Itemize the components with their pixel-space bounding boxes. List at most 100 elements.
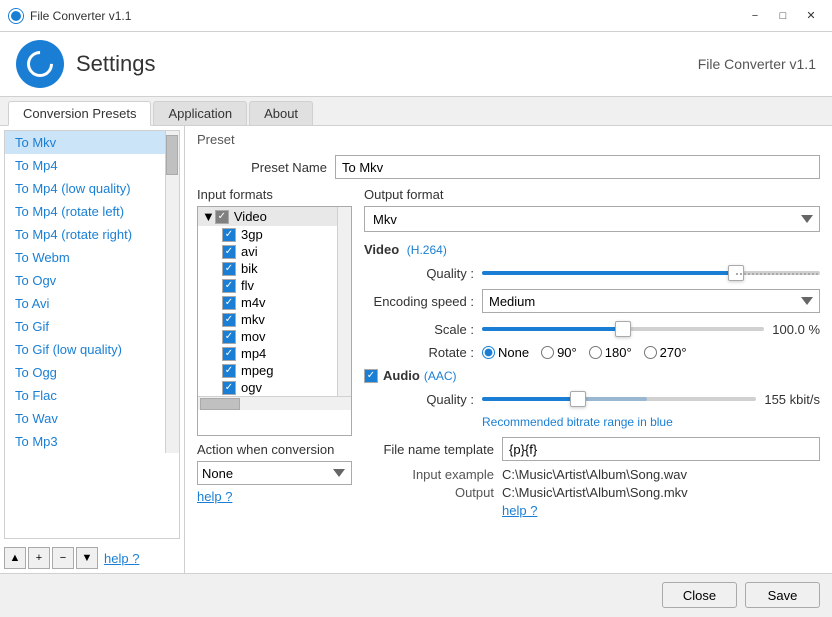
rotate-radio-270[interactable]: [644, 346, 657, 359]
action-select[interactable]: None: [197, 461, 352, 485]
audio-quality-thumb[interactable]: [570, 391, 586, 407]
rotate-label-180: 180°: [605, 345, 632, 360]
tree-item-bik[interactable]: bik: [198, 260, 337, 277]
file-name-template-input[interactable]: [502, 437, 820, 461]
rotate-label-90: 90°: [557, 345, 577, 360]
tree-item-ogv[interactable]: ogv: [198, 379, 337, 396]
sidebar-item-8[interactable]: To Gif: [5, 315, 165, 338]
rotate-option-180[interactable]: 180°: [589, 345, 632, 360]
quality-slider-track: [482, 271, 820, 275]
output-row: Output C:\Music\Artist\Album\Song.mkv: [364, 485, 820, 500]
preset-name-input[interactable]: [335, 155, 820, 179]
sidebar-item-5[interactable]: To Webm: [5, 246, 165, 269]
sidebar-item-0[interactable]: To Mkv: [5, 131, 165, 154]
output-help-link[interactable]: help ?: [502, 503, 537, 518]
minimize-button[interactable]: −: [742, 5, 768, 27]
checkbox-mov[interactable]: [222, 330, 236, 344]
checkbox-bik[interactable]: [222, 262, 236, 276]
tree-item-mov[interactable]: mov: [198, 328, 337, 345]
tree-item-mpeg[interactable]: mpeg: [198, 362, 337, 379]
audio-checkbox[interactable]: [364, 369, 378, 383]
app-icon: [8, 8, 24, 24]
tree-root-video[interactable]: ▼ Video: [198, 207, 337, 226]
two-col-section: Input formats ▼ Video 3gp: [197, 187, 820, 521]
sidebar-item-1[interactable]: To Mp4: [5, 154, 165, 177]
encoding-speed-select[interactable]: Ultrafast Superfast Veryfast Faster Fast…: [482, 289, 820, 313]
close-button[interactable]: Close: [662, 582, 737, 608]
rotate-option-none[interactable]: None: [482, 345, 529, 360]
scale-slider-wrap[interactable]: [482, 319, 764, 339]
label-mpeg: mpeg: [241, 363, 274, 378]
tab-application[interactable]: Application: [153, 101, 247, 125]
tree-item-m4v[interactable]: m4v: [198, 294, 337, 311]
tree-item-3gp[interactable]: 3gp: [198, 226, 337, 243]
close-window-button[interactable]: ✕: [798, 5, 824, 27]
sidebar-help-link[interactable]: help ?: [104, 551, 139, 566]
sidebar-add-button[interactable]: +: [28, 547, 50, 569]
sidebar-list[interactable]: To Mkv To Mp4 To Mp4 (low quality) To Mp…: [4, 130, 180, 539]
sidebar-scrollbar-thumb[interactable]: [166, 135, 178, 175]
label-m4v: m4v: [241, 295, 266, 310]
tab-conversion-presets[interactable]: Conversion Presets: [8, 101, 151, 126]
sidebar-item-9[interactable]: To Gif (low quality): [5, 338, 165, 361]
checkbox-m4v[interactable]: [222, 296, 236, 310]
tree-arrow[interactable]: ▼: [202, 209, 215, 224]
tree-h-scrollbar-thumb[interactable]: [200, 398, 240, 410]
tabs: Conversion Presets Application About: [0, 97, 832, 126]
checkbox-ogv[interactable]: [222, 381, 236, 395]
scale-slider-thumb[interactable]: [615, 321, 631, 337]
action-section: Action when conversion None help ?: [197, 442, 352, 504]
rotate-radio-90[interactable]: [541, 346, 554, 359]
label-ogv: ogv: [241, 380, 262, 395]
checkbox-flv[interactable]: [222, 279, 236, 293]
rotate-radio-none[interactable]: [482, 346, 495, 359]
rotate-option-90[interactable]: 90°: [541, 345, 577, 360]
output-format-select[interactable]: Mkv: [364, 206, 820, 232]
sidebar-item-3[interactable]: To Mp4 (rotate left): [5, 200, 165, 223]
output-label-key: Output: [364, 485, 494, 500]
tree-h-scrollbar[interactable]: [198, 396, 351, 410]
save-button[interactable]: Save: [745, 582, 820, 608]
audio-quality-slider-wrap[interactable]: [482, 389, 756, 409]
preset-name-label: Preset Name: [197, 160, 327, 175]
sidebar-remove-button[interactable]: −: [52, 547, 74, 569]
tree-item-avi[interactable]: avi: [198, 243, 337, 260]
sidebar-controls: ▲ + − ▼ help ?: [0, 543, 184, 573]
tree-item-mp4[interactable]: mp4: [198, 345, 337, 362]
sidebar-item-11[interactable]: To Flac: [5, 384, 165, 407]
label-bik: bik: [241, 261, 258, 276]
maximize-button[interactable]: □: [770, 5, 796, 27]
video-checkbox-icon[interactable]: [215, 210, 229, 224]
tree-scrollbar[interactable]: [337, 207, 351, 396]
sidebar-down-button[interactable]: ▼: [76, 547, 98, 569]
sidebar-up-button[interactable]: ▲: [4, 547, 26, 569]
checkbox-avi[interactable]: [222, 245, 236, 259]
rotate-option-270[interactable]: 270°: [644, 345, 687, 360]
quality-slider-wrap[interactable]: [482, 263, 820, 283]
tree-item-mkv[interactable]: mkv: [198, 311, 337, 328]
sidebar-item-10[interactable]: To Ogg: [5, 361, 165, 384]
app-logo: [16, 40, 64, 88]
checkbox-mpeg[interactable]: [222, 364, 236, 378]
checkbox-3gp[interactable]: [222, 228, 236, 242]
tree-item-flv[interactable]: flv: [198, 277, 337, 294]
input-example-value: C:\Music\Artist\Album\Song.wav: [502, 467, 687, 482]
sidebar-item-4[interactable]: To Mp4 (rotate right): [5, 223, 165, 246]
tab-about[interactable]: About: [249, 101, 313, 125]
action-help-link[interactable]: help ?: [197, 489, 232, 504]
sidebar-item-7[interactable]: To Avi: [5, 292, 165, 315]
quality-slider-row: Quality :: [364, 263, 820, 283]
sidebar-scrollbar[interactable]: [165, 131, 179, 453]
input-formats-tree[interactable]: ▼ Video 3gp avi: [197, 206, 352, 436]
sidebar-item-2[interactable]: To Mp4 (low quality): [5, 177, 165, 200]
sidebar-item-13[interactable]: To Mp3: [5, 430, 165, 453]
output-settings: Output format Mkv Video (H.264) Quality …: [364, 187, 820, 521]
sidebar: To Mkv To Mp4 To Mp4 (low quality) To Mp…: [0, 126, 185, 573]
checkbox-mkv[interactable]: [222, 313, 236, 327]
sidebar-items: To Mkv To Mp4 To Mp4 (low quality) To Mp…: [5, 131, 165, 453]
rotate-radio-180[interactable]: [589, 346, 602, 359]
checkbox-mp4[interactable]: [222, 347, 236, 361]
sidebar-item-12[interactable]: To Wav: [5, 407, 165, 430]
sidebar-item-6[interactable]: To Ogv: [5, 269, 165, 292]
input-example-row: Input example C:\Music\Artist\Album\Song…: [364, 467, 820, 482]
